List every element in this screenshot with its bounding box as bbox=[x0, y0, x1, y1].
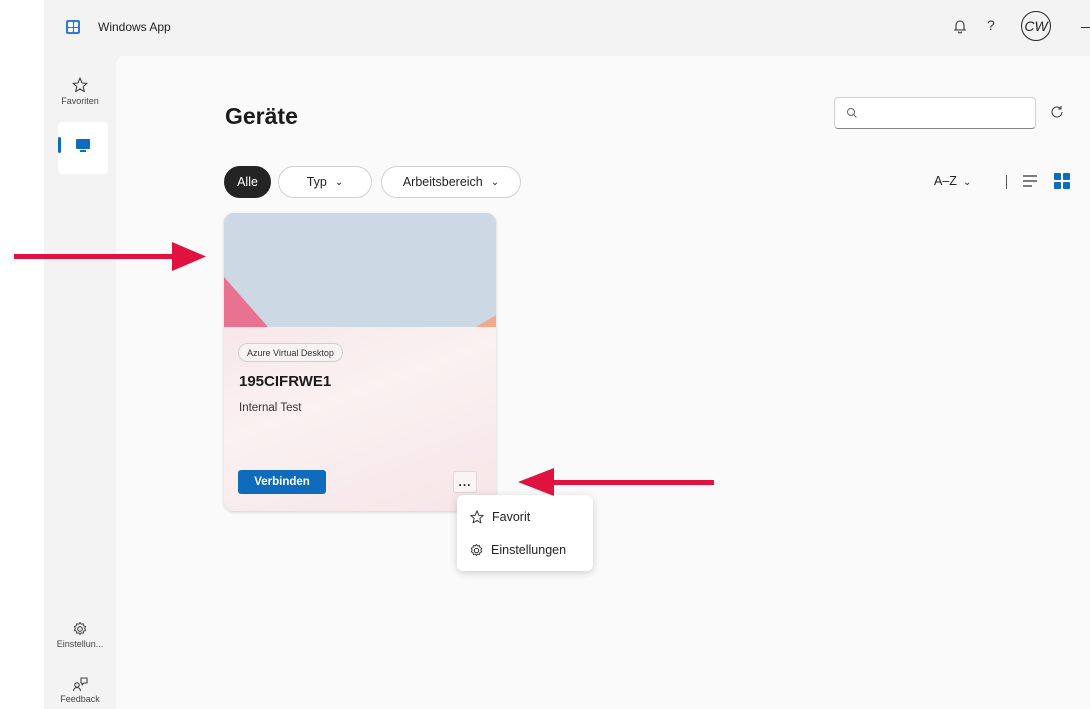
sidebar-item-feedback[interactable]: Feedback bbox=[44, 676, 116, 704]
divider bbox=[1006, 175, 1007, 189]
app-logo-icon bbox=[66, 20, 80, 34]
selection-indicator bbox=[58, 137, 61, 153]
search-icon bbox=[847, 108, 857, 118]
sidebar-item-favoriten[interactable]: Favoriten bbox=[44, 76, 116, 106]
context-menu: Favorit Einstellungen bbox=[457, 495, 593, 571]
help-button[interactable]: ? bbox=[987, 17, 995, 33]
annotation-arrow-right bbox=[14, 242, 206, 271]
main-content: Geräte Alle Typ ⌄ Arbeitsbereich ⌄ A–Z ⌄… bbox=[116, 56, 1090, 709]
sidebar-item-settings[interactable]: Einstellun... bbox=[44, 621, 116, 649]
page-title: Geräte bbox=[225, 103, 298, 129]
title-bar: Windows App ? CW bbox=[44, 0, 1090, 56]
filter-workspace-dropdown[interactable]: Arbeitsbereich ⌄ bbox=[381, 166, 521, 198]
device-type-badge: Azure Virtual Desktop bbox=[238, 343, 343, 362]
gear-icon bbox=[73, 622, 87, 635]
feedback-icon bbox=[72, 677, 88, 692]
grid-view-icon[interactable] bbox=[1054, 173, 1070, 189]
sidebar-item-label: Favoriten bbox=[61, 96, 99, 106]
bell-icon[interactable] bbox=[951, 16, 969, 36]
app-window: Windows App ? CW Favoriten Einstellun... bbox=[44, 0, 1090, 709]
search-box[interactable] bbox=[834, 97, 1036, 129]
avatar[interactable]: CW bbox=[1021, 11, 1051, 41]
minimize-button[interactable] bbox=[1081, 27, 1090, 28]
sort-dropdown[interactable]: A–Z ⌄ bbox=[934, 174, 971, 188]
star-icon bbox=[470, 510, 484, 524]
star-icon bbox=[72, 77, 88, 93]
device-name: 195CIFRWE1 bbox=[239, 373, 332, 390]
more-options-button[interactable]: ... bbox=[453, 471, 477, 493]
menu-item-favorite[interactable]: Favorit bbox=[457, 501, 593, 533]
chevron-down-icon: ⌄ bbox=[334, 176, 344, 188]
gear-icon bbox=[470, 543, 483, 556]
monitor-icon bbox=[76, 139, 90, 149]
sidebar: Favoriten Einstellun... Feedback bbox=[44, 56, 116, 709]
refresh-icon[interactable] bbox=[1050, 105, 1064, 119]
filter-type-dropdown[interactable]: Typ ⌄ bbox=[278, 166, 372, 198]
sidebar-item-label: Einstellun... bbox=[56, 639, 104, 649]
annotation-arrow-left bbox=[518, 468, 714, 496]
card-artwork bbox=[224, 213, 496, 327]
sidebar-item-label: Feedback bbox=[60, 694, 100, 704]
search-input[interactable] bbox=[865, 104, 1025, 118]
filter-all-chip[interactable]: Alle bbox=[224, 166, 271, 198]
app-title: Windows App bbox=[98, 20, 171, 34]
connect-button[interactable]: Verbinden bbox=[238, 470, 326, 494]
menu-item-settings[interactable]: Einstellungen bbox=[457, 534, 593, 566]
chevron-down-icon: ⌄ bbox=[962, 177, 972, 188]
sidebar-item-devices[interactable] bbox=[58, 122, 108, 174]
list-view-icon[interactable] bbox=[1022, 174, 1038, 188]
workspace-name: Internal Test bbox=[239, 402, 302, 414]
chevron-down-icon: ⌄ bbox=[490, 176, 500, 188]
device-card[interactable]: Azure Virtual Desktop 195CIFRWE1 Interna… bbox=[224, 213, 496, 511]
